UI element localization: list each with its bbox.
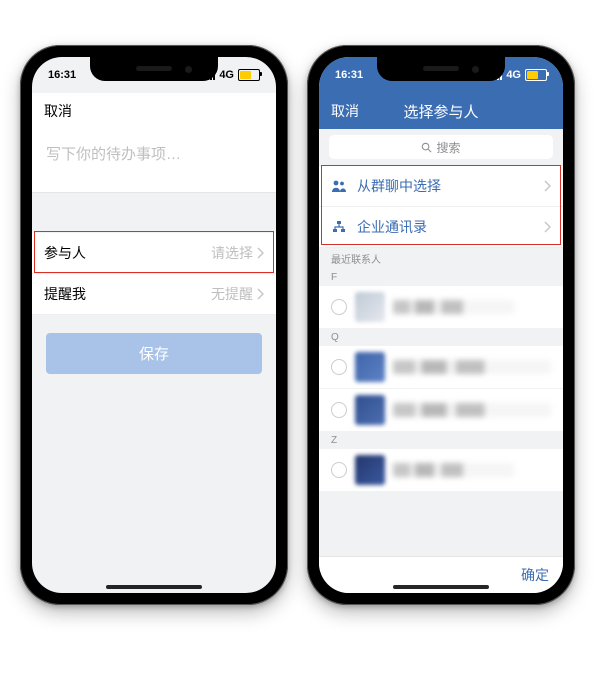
confirm-button[interactable]: 确定 bbox=[521, 565, 549, 585]
remind-row[interactable]: 提醒我 无提醒 bbox=[32, 274, 276, 315]
nav-title: 选择参与人 bbox=[403, 101, 478, 122]
contact-name-blurred bbox=[393, 463, 514, 477]
contact-name-blurred bbox=[393, 403, 551, 417]
notch bbox=[90, 57, 218, 81]
index-letter: Q bbox=[319, 329, 563, 346]
option-enterprise-contacts[interactable]: 企业通讯录 bbox=[319, 207, 563, 248]
avatar bbox=[355, 395, 385, 425]
search-bar: 搜索 bbox=[319, 129, 563, 166]
chevron-right-icon bbox=[257, 288, 264, 300]
radio-unchecked[interactable] bbox=[331, 359, 347, 375]
status-time: 16:31 bbox=[335, 69, 363, 81]
todo-input[interactable]: 写下你的待办事项… bbox=[32, 129, 276, 193]
radio-unchecked[interactable] bbox=[331, 299, 347, 315]
remind-label: 提醒我 bbox=[44, 284, 86, 304]
search-icon bbox=[421, 142, 432, 153]
screen-left: 16:31 4G 取消 写下你的待办事项… 参与人 请选择 bbox=[32, 57, 276, 593]
battery-icon bbox=[238, 69, 260, 81]
phone-mockup-right: 16:31 4G 取消 选择参与人 搜索 bbox=[307, 45, 575, 605]
home-indicator bbox=[106, 585, 202, 589]
chevron-right-icon bbox=[544, 221, 551, 233]
content-left: 写下你的待办事项… 参与人 请选择 提醒我 无提醒 保存 bbox=[32, 129, 276, 593]
screen-right: 16:31 4G 取消 选择参与人 搜索 bbox=[319, 57, 563, 593]
notch bbox=[377, 57, 505, 81]
contact-row[interactable] bbox=[319, 346, 563, 389]
radio-unchecked[interactable] bbox=[331, 402, 347, 418]
contact-row[interactable] bbox=[319, 286, 563, 329]
nav-bar: 取消 选择参与人 bbox=[319, 93, 563, 129]
todo-placeholder: 写下你的待办事项… bbox=[46, 146, 181, 163]
avatar bbox=[355, 455, 385, 485]
participant-label: 参与人 bbox=[44, 243, 86, 263]
avatar bbox=[355, 292, 385, 322]
participant-row[interactable]: 参与人 请选择 bbox=[32, 233, 276, 274]
chevron-right-icon bbox=[257, 247, 264, 259]
battery-icon bbox=[525, 69, 547, 81]
save-button[interactable]: 保存 bbox=[46, 333, 262, 374]
status-time: 16:31 bbox=[48, 69, 76, 81]
contact-name-blurred bbox=[393, 360, 551, 374]
cancel-button[interactable]: 取消 bbox=[331, 101, 359, 121]
remind-value: 无提醒 bbox=[86, 284, 257, 304]
contact-row[interactable] bbox=[319, 389, 563, 432]
network-label: 4G bbox=[506, 69, 521, 81]
chevron-right-icon bbox=[544, 180, 551, 192]
contact-row[interactable] bbox=[319, 449, 563, 492]
contact-name-blurred bbox=[393, 300, 514, 314]
participant-value: 请选择 bbox=[86, 243, 257, 263]
index-letter: F bbox=[319, 269, 563, 286]
search-input[interactable]: 搜索 bbox=[329, 135, 553, 159]
option-group-label: 从群聊中选择 bbox=[357, 176, 544, 196]
cancel-button[interactable]: 取消 bbox=[44, 101, 72, 121]
group-icon bbox=[331, 179, 349, 193]
spacer bbox=[32, 193, 276, 233]
option-contacts-label: 企业通讯录 bbox=[357, 217, 544, 237]
recent-header: 最近联系人 bbox=[319, 248, 563, 269]
phone-mockup-left: 16:31 4G 取消 写下你的待办事项… 参与人 请选择 bbox=[20, 45, 288, 605]
org-icon bbox=[331, 220, 349, 234]
radio-unchecked[interactable] bbox=[331, 462, 347, 478]
content-right: 搜索 从群聊中选择 企业通讯录 最近联系人 bbox=[319, 129, 563, 557]
nav-bar: 取消 bbox=[32, 93, 276, 130]
home-indicator bbox=[393, 585, 489, 589]
avatar bbox=[355, 352, 385, 382]
network-label: 4G bbox=[219, 69, 234, 81]
search-placeholder: 搜索 bbox=[436, 139, 460, 156]
index-letter: Z bbox=[319, 432, 563, 449]
option-group-chat[interactable]: 从群聊中选择 bbox=[319, 166, 563, 207]
